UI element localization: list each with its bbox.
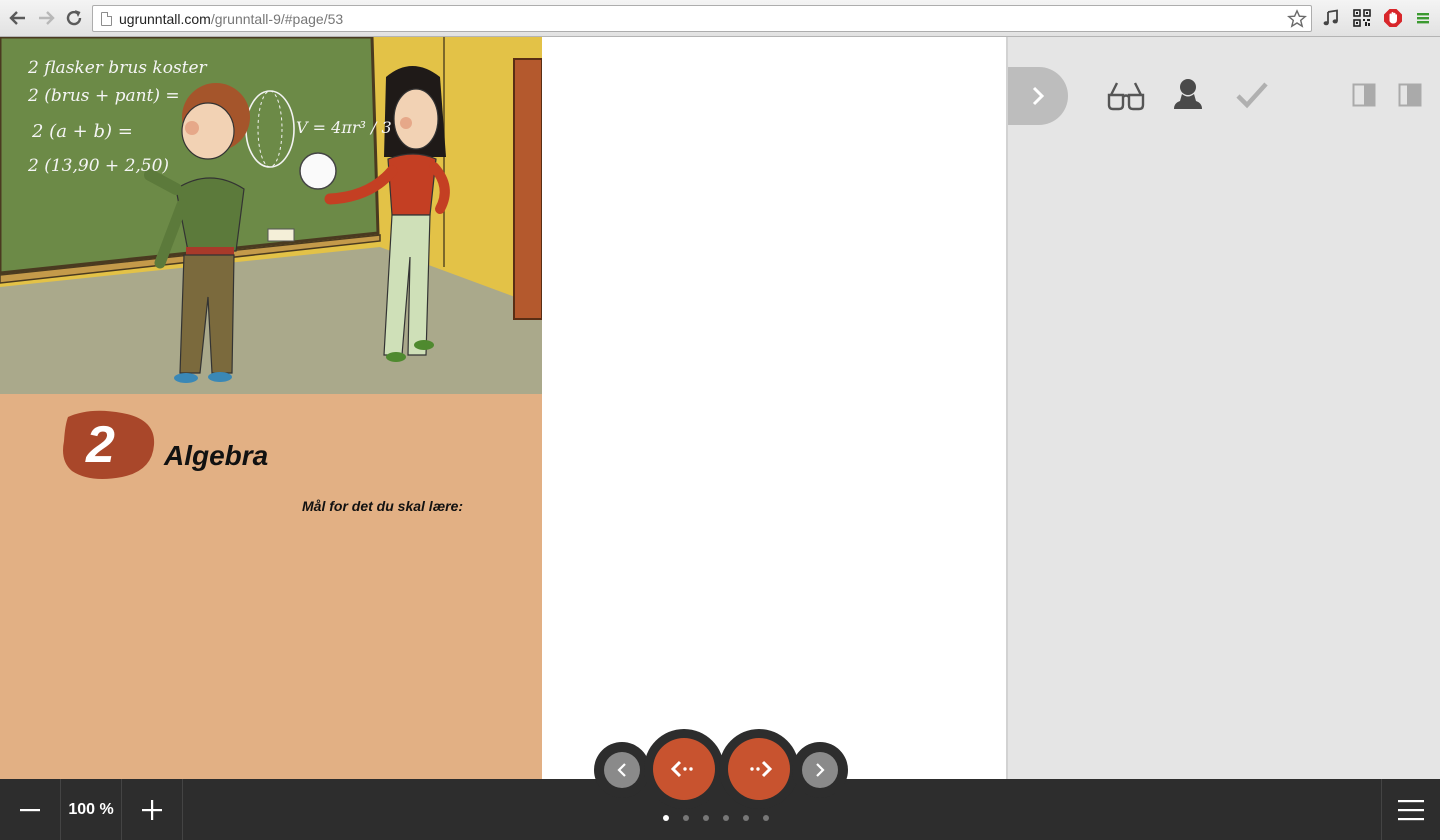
- adblock-icon[interactable]: [1382, 7, 1404, 29]
- divider: [182, 779, 183, 840]
- check-answers-button[interactable]: [1232, 75, 1272, 115]
- page-dot[interactable]: [763, 815, 769, 821]
- collapse-panel-button[interactable]: [1008, 67, 1068, 125]
- page-dot[interactable]: [703, 815, 709, 821]
- prev-spread-icon: [670, 760, 693, 778]
- zoom-level: 100 %: [61, 779, 121, 840]
- chalk-line-3: 2 (a + b) =: [31, 121, 133, 142]
- prev-page-icon: [617, 763, 626, 777]
- chapter-title: Algebra: [164, 440, 269, 471]
- url-text[interactable]: ugrunntall.com/grunntall-9/#page/53: [119, 11, 343, 27]
- menu-button[interactable]: [1382, 779, 1440, 840]
- zoom-in-button[interactable]: [122, 779, 182, 840]
- page-dot[interactable]: [683, 815, 689, 821]
- address-bar[interactable]: ugrunntall.com/grunntall-9/#page/53: [92, 5, 1312, 32]
- next-page-icon: [816, 763, 825, 777]
- next-page-button[interactable]: [802, 752, 838, 788]
- glasses-icon: [1107, 82, 1145, 111]
- profile-button[interactable]: [1168, 75, 1208, 115]
- page-dot[interactable]: [723, 815, 729, 821]
- back-icon: [9, 11, 25, 25]
- bookmark-star-icon[interactable]: [1287, 9, 1307, 29]
- chalk-line-4: 2 (13,90 + 2,50): [27, 156, 169, 176]
- url-path: /grunntall-9/#page/53: [210, 11, 344, 27]
- prev-spread-button[interactable]: [653, 738, 715, 800]
- chalk-line-1: 2 flasker brus koster: [27, 58, 208, 78]
- plus-icon: [142, 799, 162, 820]
- checkmark-icon: [1236, 82, 1268, 109]
- next-spread-button[interactable]: [728, 738, 790, 800]
- page-dot[interactable]: [663, 815, 669, 821]
- double-page-view-button[interactable]: [1390, 75, 1430, 115]
- side-panel: [1006, 37, 1440, 779]
- music-note-icon[interactable]: [1320, 7, 1342, 29]
- learning-goals-heading: Mål for det du skal lære:: [302, 498, 464, 514]
- zoom-out-button[interactable]: [0, 779, 60, 840]
- prev-page-button[interactable]: [604, 752, 640, 788]
- url-host: ugrunntall.com: [119, 11, 211, 27]
- book-page-left: 2 flasker brus koster 2 (brus + pant) = …: [0, 37, 542, 779]
- single-page-view-button[interactable]: [1344, 75, 1384, 115]
- book-page-right: [542, 37, 1006, 779]
- zoom-level-text: 100 %: [68, 800, 114, 818]
- forward-button[interactable]: [34, 6, 58, 30]
- chrome-menu-icon[interactable]: [1412, 7, 1434, 29]
- chalk-formula: V = 4πr³ / 3: [296, 118, 392, 137]
- reading-mode-button[interactable]: [1106, 75, 1146, 115]
- minus-icon: [20, 808, 40, 811]
- user-icon: [1174, 79, 1202, 109]
- hamburger-icon: [1398, 799, 1424, 820]
- qr-code-icon[interactable]: [1351, 7, 1373, 29]
- back-button[interactable]: [6, 6, 30, 30]
- single-page-view-icon: [1352, 83, 1376, 107]
- page-dot[interactable]: [743, 815, 749, 821]
- double-page-view-icon: [1398, 83, 1422, 107]
- next-spread-icon: [750, 760, 773, 778]
- chapter-number: 2: [86, 416, 115, 474]
- page-icon: [101, 12, 112, 26]
- reload-button[interactable]: [62, 6, 86, 30]
- bottom-toolbar: 100 %: [0, 779, 1440, 840]
- forward-icon: [39, 11, 55, 25]
- browser-toolbar: ugrunntall.com/grunntall-9/#page/53: [0, 0, 1440, 37]
- collapse-chevron-icon: [1032, 86, 1045, 106]
- chapter-illustration: 2 flasker brus koster 2 (brus + pant) = …: [0, 37, 542, 394]
- chalk-line-2: 2 (brus + pant) =: [27, 86, 180, 106]
- reload-icon: [66, 10, 82, 26]
- page-indicator: [663, 815, 769, 821]
